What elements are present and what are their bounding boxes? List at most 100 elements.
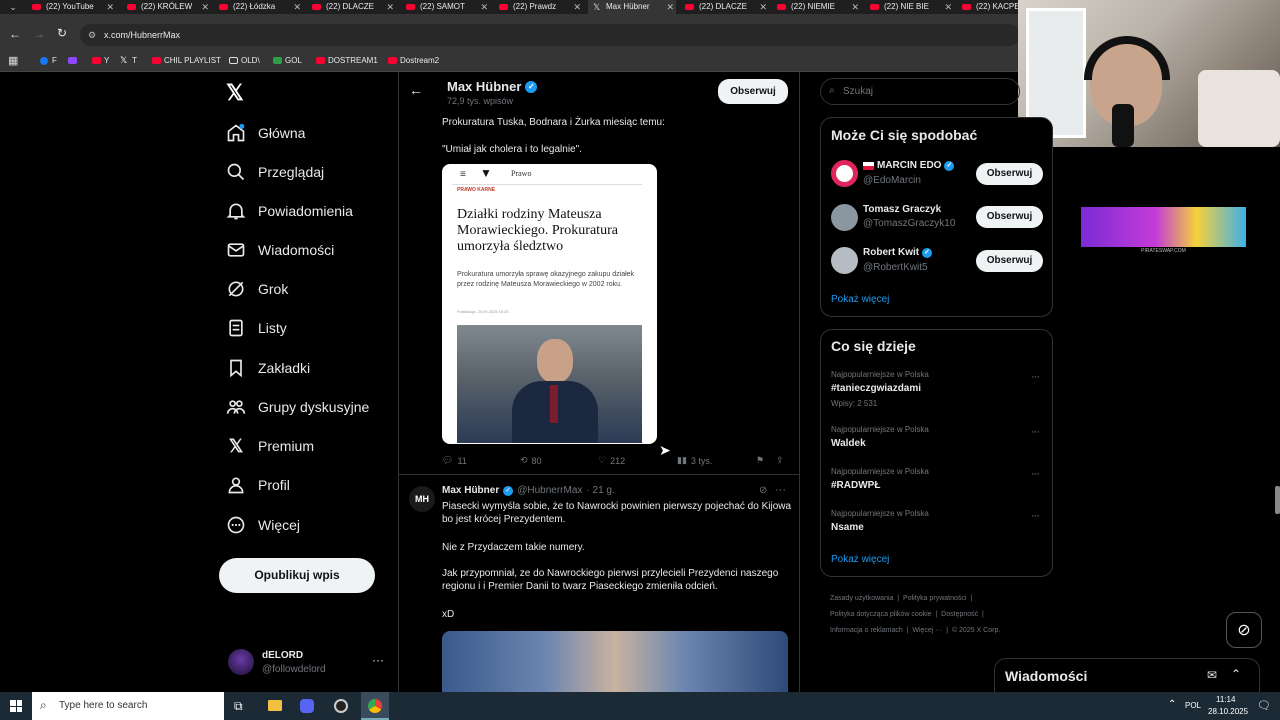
more-dots-icon[interactable]: ···: [775, 484, 786, 496]
bookmark-chil-playlist[interactable]: CHIL PLAYLIST: [152, 55, 221, 67]
notification-icon[interactable]: 🗨︎: [1257, 699, 1271, 712]
grok-floating-button[interactable]: ⊘: [1226, 612, 1262, 648]
show-more-link[interactable]: Pokaż więcej: [831, 294, 889, 305]
avatar[interactable]: [831, 204, 858, 231]
language-indicator[interactable]: POL: [1185, 701, 1201, 710]
new-message-icon[interactable]: ✉: [1207, 668, 1217, 682]
browser-tab[interactable]: (22) NIE BIE ✕: [866, 0, 954, 14]
bookmark-dostream1[interactable]: DOSTREAM1: [316, 55, 378, 67]
close-icon[interactable]: ✕: [386, 0, 394, 14]
close-icon[interactable]: ✕: [944, 0, 952, 14]
nav-notifications[interactable]: Powiadomienia: [225, 195, 353, 227]
page-scrollbar[interactable]: [1275, 486, 1280, 514]
follow-button[interactable]: Obserwuj: [718, 79, 788, 104]
tab-search-button[interactable]: ⌄: [2, 0, 24, 14]
footer-link[interactable]: Informacja o reklamach: [830, 627, 903, 634]
footer-link[interactable]: Polityka dotycząca plików cookie: [830, 611, 932, 618]
bookmark-y[interactable]: Y: [92, 55, 109, 67]
bookmark-f[interactable]: F: [40, 55, 57, 67]
forward-icon[interactable]: →: [33, 27, 45, 41]
browser-tab[interactable]: (22) DLACZE ✕: [681, 0, 769, 14]
ad-banner[interactable]: PIRATESWAP.COM: [1081, 207, 1246, 254]
nav-messages[interactable]: Wiadomości: [225, 234, 334, 266]
address-bar[interactable]: ⚙ x.com/HubnerrMax: [80, 24, 1020, 46]
more-dots-icon[interactable]: ···: [1031, 371, 1040, 383]
avatar[interactable]: MH: [409, 486, 435, 512]
footer-link[interactable]: Polityka prywatności: [903, 595, 966, 602]
collapse-icon[interactable]: ⌃: [1231, 667, 1241, 681]
follow-button[interactable]: Obserwuj: [976, 163, 1043, 185]
reply-action[interactable]: 💬︎ 11: [442, 455, 467, 466]
browser-tab[interactable]: (22) SAMOT ✕: [402, 0, 490, 14]
article-card-image[interactable]: ≡ ▼ Prawo PRAWO KARNE Działki rodziny Ma…: [442, 164, 657, 444]
apps-grid-icon[interactable]: ▦: [8, 54, 18, 67]
browser-tab[interactable]: (22) KRÓLEW ✕: [123, 0, 211, 14]
more-dots-icon[interactable]: ···: [1031, 468, 1040, 480]
repost-action[interactable]: ⟲ 80: [520, 455, 542, 466]
more-dots-icon[interactable]: ···: [1031, 426, 1040, 438]
nav-grok[interactable]: Grok: [225, 273, 288, 305]
nav-home[interactable]: Główna: [225, 117, 305, 149]
close-icon[interactable]: ✕: [201, 0, 209, 14]
follow-button[interactable]: Obserwuj: [976, 250, 1043, 272]
browser-tab[interactable]: (22) DLACZE ✕: [308, 0, 396, 14]
back-icon[interactable]: ←: [9, 27, 21, 41]
site-info-icon[interactable]: ⚙: [88, 24, 96, 46]
nav-profile[interactable]: Profil: [225, 469, 290, 501]
obs-icon[interactable]: [334, 699, 348, 713]
chrome-icon[interactable]: [361, 692, 389, 720]
footer-link[interactable]: Więcej ···: [912, 627, 942, 634]
file-explorer-icon[interactable]: [268, 700, 282, 711]
browser-tab[interactable]: (22) Łódzka ✕: [215, 0, 303, 14]
views-action[interactable]: ▮▮ 3 tys.: [677, 455, 712, 466]
trend-name[interactable]: Nsame: [831, 522, 864, 533]
grok-icon[interactable]: ⊘: [759, 485, 767, 496]
nav-communities[interactable]: Grupy dyskusyjne: [225, 391, 369, 423]
close-icon[interactable]: ✕: [106, 0, 114, 14]
footer-link[interactable]: Dostępność: [941, 611, 978, 618]
show-more-link[interactable]: Pokaż więcej: [831, 554, 889, 565]
taskbar-search[interactable]: ⌕ Type here to search: [32, 692, 224, 720]
nav-premium[interactable]: 𝕏 Premium: [225, 430, 314, 462]
clock-date[interactable]: 28.10.2025: [1208, 707, 1248, 716]
clock-time[interactable]: 11:14: [1216, 695, 1235, 704]
trend-name[interactable]: #tanieczgwiazdami: [831, 383, 921, 394]
follow-button[interactable]: Obserwuj: [976, 206, 1043, 228]
messages-drawer[interactable]: Wiadomości ✉ ⌃: [994, 658, 1260, 694]
browser-tab-active[interactable]: 𝕏 Max Hübner ✕: [588, 0, 676, 14]
avatar[interactable]: [831, 160, 858, 187]
browser-tab[interactable]: (22) YouTube ✕: [28, 0, 116, 14]
search-box[interactable]: ⌕ Szukaj: [820, 78, 1020, 105]
trend-name[interactable]: Waldek: [831, 438, 866, 449]
close-icon[interactable]: ✕: [480, 0, 488, 14]
nav-explore[interactable]: Przeglądaj: [225, 156, 324, 188]
more-dots-icon[interactable]: ···: [372, 653, 384, 667]
nav-more[interactable]: Więcej: [225, 509, 300, 541]
reload-icon[interactable]: ↻: [57, 26, 67, 40]
bookmark-action[interactable]: ⚑: [756, 455, 764, 466]
share-action[interactable]: ⇪: [776, 455, 784, 466]
back-arrow-icon[interactable]: ←: [409, 82, 423, 98]
like-action[interactable]: ♡ 212: [598, 455, 625, 466]
tray-chevron-icon[interactable]: ⌃: [1168, 699, 1176, 710]
footer-link[interactable]: Zasady użytkowania: [830, 595, 893, 602]
x-logo[interactable]: 𝕏: [226, 80, 244, 106]
tweet-media[interactable]: [442, 631, 788, 692]
close-icon[interactable]: ✕: [666, 0, 674, 14]
browser-tab[interactable]: (22) Prawdz ✕: [495, 0, 583, 14]
browser-tab[interactable]: (22) KACPE: [958, 0, 1018, 14]
close-icon[interactable]: ✕: [759, 0, 767, 14]
bookmark-gol[interactable]: GOL: [273, 55, 302, 67]
close-icon[interactable]: ✕: [851, 0, 859, 14]
bookmark-folder-old[interactable]: OLD\: [229, 55, 260, 67]
close-icon[interactable]: ✕: [293, 0, 301, 14]
windows-start-icon[interactable]: [10, 700, 22, 712]
discord-icon[interactable]: [300, 699, 314, 713]
bookmark-t[interactable]: 𝕏T: [120, 55, 137, 67]
browser-tab[interactable]: (22) NIEMIE ✕: [773, 0, 861, 14]
close-icon[interactable]: ✕: [573, 0, 581, 14]
post-button[interactable]: Opublikuj wpis: [219, 558, 375, 593]
nav-lists[interactable]: Listy: [225, 312, 287, 344]
account-switcher[interactable]: dELORD @followdelord ···: [226, 646, 386, 680]
avatar[interactable]: [831, 247, 858, 274]
